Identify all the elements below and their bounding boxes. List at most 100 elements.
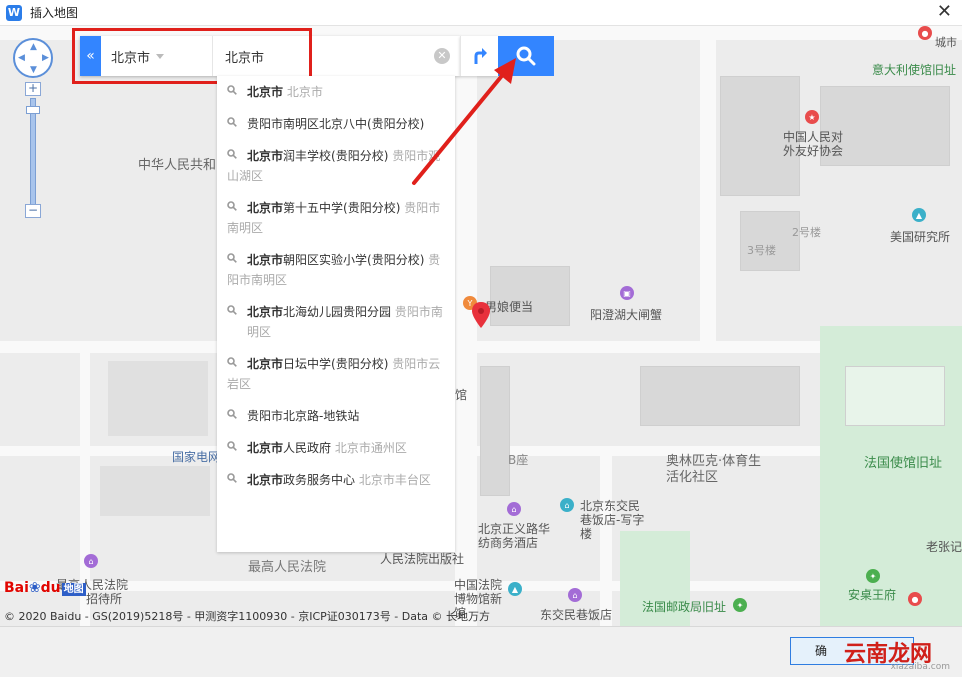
suggestion-title: 贵阳市南明区北京八中(贵阳分校) [247, 117, 425, 131]
search-icon [227, 117, 237, 127]
suggestion-title: 北京市润丰学校(贵阳分校) [247, 149, 389, 163]
pan-left-icon[interactable]: ◀ [18, 54, 25, 63]
suggestion-item[interactable]: 北京市朝阳区实验小学(贵阳分校) 贵阳市南明区 [217, 244, 455, 296]
map-block [108, 361, 208, 436]
suggestion-region: 北京市 [286, 85, 323, 99]
zoom-out-button[interactable]: − [25, 204, 41, 218]
route-button[interactable] [460, 36, 498, 76]
suggestion-list: 北京市 北京市贵阳市南明区北京八中(贵阳分校) 北京市润丰学校(贵阳分校) 贵阳市… [217, 76, 455, 552]
search-icon [227, 357, 237, 367]
zoom-in-button[interactable]: + [25, 82, 41, 96]
road [0, 341, 962, 353]
search-icon [227, 85, 237, 95]
map-label: 中国人民对外友好协会 [782, 130, 843, 158]
search-icon [227, 409, 237, 419]
copyright-text: © 2020 Baidu - GS(2019)5218号 - 甲测资字11009… [4, 610, 491, 623]
zoom-slider[interactable] [26, 106, 40, 114]
map-building [740, 211, 800, 271]
map-label: B座 [508, 453, 529, 467]
search-icon [227, 253, 237, 263]
pan-right-icon[interactable]: ▶ [42, 54, 49, 63]
map-canvas[interactable]: 中华人民共和国公安部 中国人民对外友好协会 ★ 美国研究所 ▲ 2号楼 3号楼 … [0, 26, 962, 626]
suggestion-title: 北京市朝阳区实验小学(贵阳分校) [247, 253, 425, 267]
window-title: 插入地图 [30, 6, 79, 20]
suggestion-title: 北京市人民政府 [247, 441, 332, 455]
map-label: 人民法院出版社 [380, 552, 465, 566]
map-label: 3号楼 [747, 244, 776, 257]
suggestion-item[interactable]: 北京市北海幼儿园贵阳分园 贵阳市南明区 [217, 296, 455, 348]
map-label: 阳澄湖大闸蟹 [590, 308, 663, 322]
hotel-icon: ⌂ [568, 588, 582, 602]
search-icon [227, 305, 237, 315]
route-icon [474, 48, 487, 64]
museum-icon: ▲ [912, 208, 926, 222]
baidu-logo: Bai❀du 地图 [4, 580, 86, 596]
location-pin-icon[interactable] [472, 302, 490, 328]
museum-icon: ▲ [508, 582, 522, 596]
map-label: 北京东交民巷饭店-写字楼 [580, 499, 645, 541]
hotel-icon: ⌂ [560, 498, 574, 512]
map-label: 北京正义路华纺商务酒店 [478, 522, 551, 550]
map-label: 招待所 [86, 592, 123, 606]
suggestion-title: 贵阳市北京路-地铁站 [247, 409, 360, 423]
zoom-control: + − [25, 82, 41, 222]
pan-down-icon[interactable]: ▼ [30, 66, 37, 75]
suggestion-title: 北京市 [247, 85, 284, 99]
star-icon: ★ [805, 110, 819, 124]
map-label: 安桌王府 [848, 588, 897, 602]
suggestion-item[interactable]: 北京市第十五中学(贵阳分校) 贵阳市南明区 [217, 192, 455, 244]
suggestion-title: 北京市日坛中学(贵阳分校) [247, 357, 389, 371]
map-label: 国家电网 [172, 450, 221, 464]
map-building [480, 366, 510, 496]
search-icon [516, 46, 536, 66]
building-icon: ⌂ [84, 554, 98, 568]
suggestion-item[interactable]: 北京市润丰学校(贵阳分校) 贵阳市观山湖区 [217, 140, 455, 192]
map-building [845, 366, 945, 426]
suggestion-region: 北京市丰台区 [358, 473, 431, 487]
hotel-icon: ⌂ [507, 502, 521, 516]
map-label: 2号楼 [792, 226, 821, 239]
suggestion-title: 北京市第十五中学(贵阳分校) [247, 201, 401, 215]
suggestion-title: 北京市政务服务中心 [247, 473, 356, 487]
map-label: 老张记 [926, 540, 962, 554]
search-icon [227, 473, 237, 483]
close-icon[interactable]: ✕ [937, 3, 952, 21]
clear-icon[interactable]: ✕ [434, 48, 450, 64]
shop-icon: ▣ [620, 286, 634, 300]
map-label: 意大利使馆旧址 [872, 63, 957, 77]
landmark-icon: ✦ [733, 598, 747, 612]
suggestion-item[interactable]: 北京市政务服务中心 北京市丰台区 [217, 464, 455, 496]
zoom-track[interactable] [30, 98, 36, 206]
search-button[interactable] [498, 36, 554, 76]
paw-icon: ❀ [28, 580, 41, 596]
pan-up-icon[interactable]: ▲ [30, 43, 37, 52]
map-building [490, 266, 570, 326]
app-icon: W [6, 4, 22, 21]
map-label: 法国使馆旧址 [864, 456, 943, 471]
map-block [100, 466, 210, 516]
suggestion-item[interactable]: 北京市人民政府 北京市通州区 [217, 432, 455, 464]
map-label: 法国邮政局旧址 [642, 600, 727, 614]
suggestion-item[interactable]: 贵阳市北京路-地铁站 [217, 400, 455, 432]
watermark-url: xiazaiba.com [890, 662, 950, 672]
search-icon [227, 149, 237, 159]
map-label: 奥林匹克·体育生活化社区 [666, 454, 762, 485]
title-bar: W 插入地图 ✕ [0, 0, 962, 26]
search-icon [227, 201, 237, 211]
map-label: 东交民巷饭店 [540, 608, 613, 622]
road [700, 26, 716, 341]
map-pin-icon: ● [908, 592, 922, 606]
dialog-footer: 确 [0, 626, 962, 677]
suggestion-item[interactable]: 北京市日坛中学(贵阳分校) 贵阳市云岩区 [217, 348, 455, 400]
suggestion-item[interactable]: 北京市 北京市 [217, 76, 455, 108]
map-pin-icon: ● [918, 26, 932, 40]
landmark-icon: ✦ [866, 569, 880, 583]
suggestion-region: 北京市通州区 [334, 441, 407, 455]
suggestion-title: 北京市北海幼儿园贵阳分园 [247, 305, 392, 319]
suggestion-item[interactable]: 贵阳市南明区北京八中(贵阳分校) [217, 108, 455, 140]
pan-control[interactable]: ▲ ▼ ◀ ▶ [13, 38, 53, 78]
road [600, 456, 612, 626]
map-label: 馆 [455, 388, 468, 402]
search-icon [227, 441, 237, 451]
map-label: 最高人民法院 [248, 560, 327, 575]
